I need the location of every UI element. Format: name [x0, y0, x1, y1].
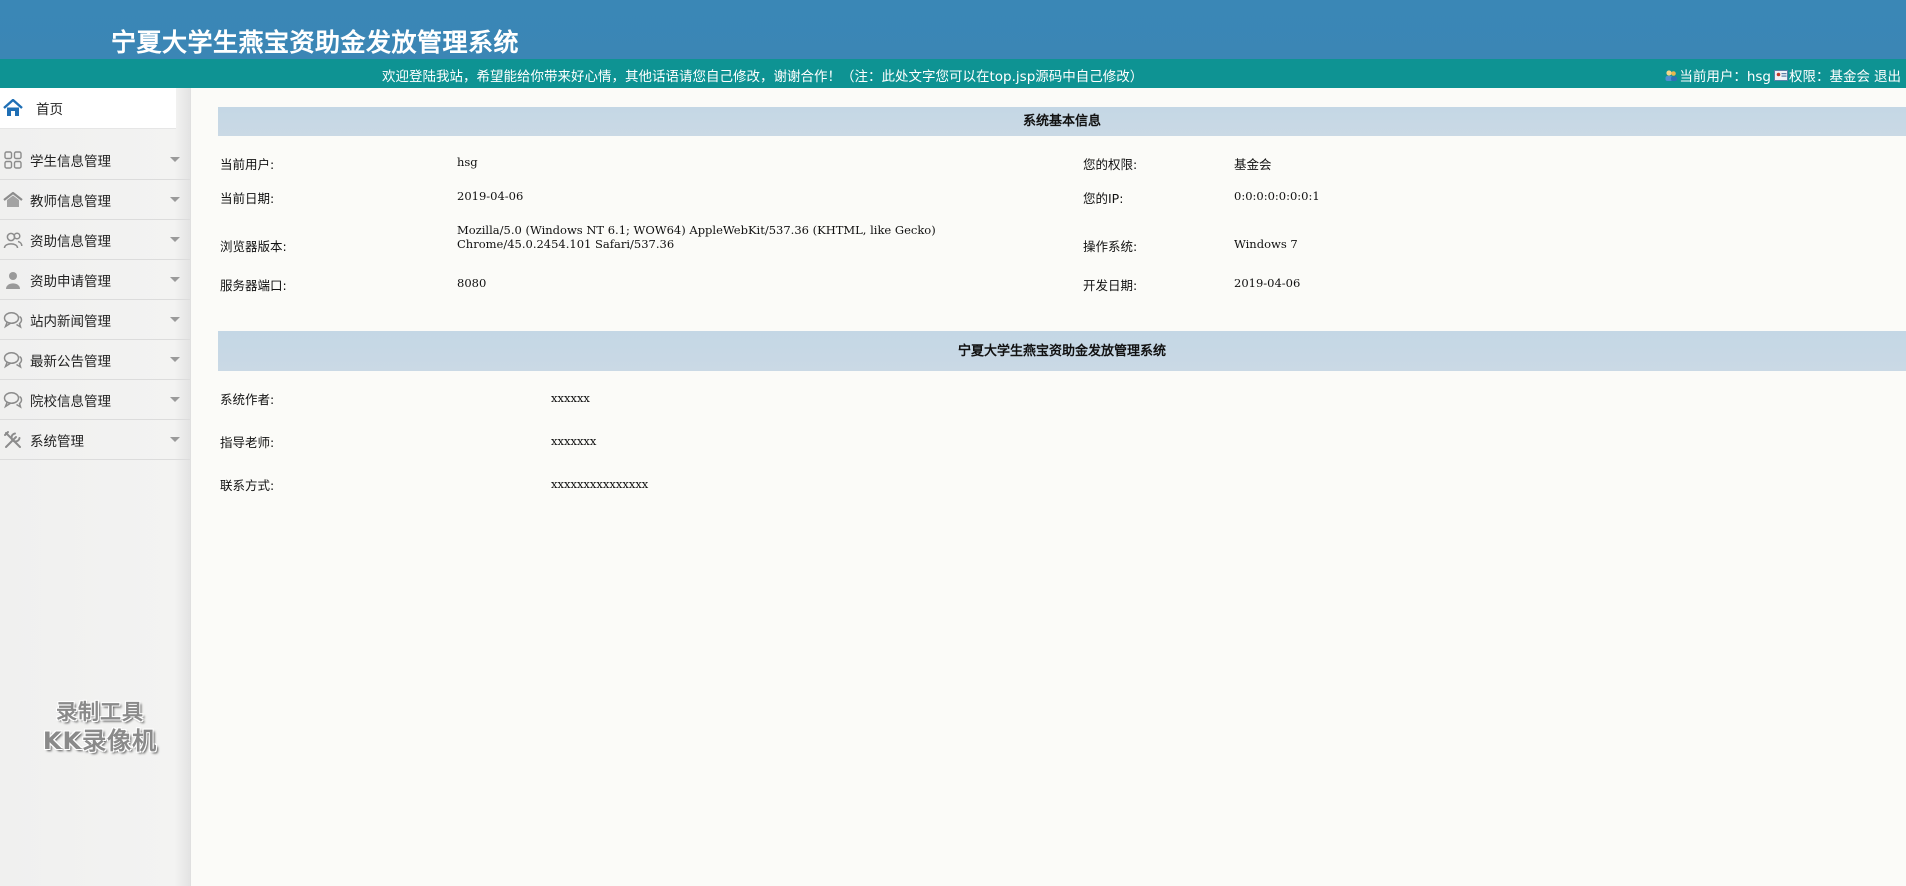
- port-label: 服务器端口:: [220, 278, 287, 293]
- grid-icon: [2, 149, 24, 171]
- chevron-down-icon: [170, 197, 180, 202]
- contact-label: 联系方式:: [220, 478, 275, 493]
- author-label: 系统作者:: [220, 392, 275, 407]
- welcome-message: 欢迎登陆我站，希望能给你带来好心情，其他话语请您自己修改，谢谢合作！（注：此处文…: [382, 69, 1144, 85]
- advisor-value: xxxxxxx: [551, 434, 597, 448]
- sidebar-item-label: 资助信息管理: [30, 233, 111, 250]
- dev-date-value: 2019-04-06: [1234, 276, 1301, 290]
- top-bar: 欢迎登陆我站，希望能给你带来好心情，其他话语请您自己修改，谢谢合作！（注：此处文…: [0, 59, 1906, 88]
- sidebar-item-home[interactable]: 首页: [0, 88, 176, 129]
- browser-label: 浏览器版本:: [220, 239, 287, 254]
- port-value: 8080: [457, 276, 487, 290]
- chevron-down-icon: [170, 317, 180, 322]
- app-header: 宁夏大学生燕宝资助金发放管理系统: [0, 0, 1906, 59]
- os-label: 操作系统:: [1083, 239, 1138, 254]
- sidebar-item-label: 首页: [36, 102, 63, 118]
- current-user-value: hsg: [457, 155, 478, 169]
- chat-icon: [2, 389, 24, 411]
- chevron-down-icon: [170, 397, 180, 402]
- sidebar-item-label: 资助申请管理: [30, 273, 111, 290]
- user-info: 当前用户：hsg 权限：基金会 退出: [1664, 65, 1901, 85]
- date-value: 2019-04-06: [457, 189, 524, 203]
- id-card-icon: [1774, 69, 1788, 82]
- sidebar-item-label: 最新公告管理: [30, 353, 111, 370]
- ip-value: 0:0:0:0:0:0:0:1: [1234, 189, 1320, 203]
- os-value: Windows 7: [1234, 237, 1298, 251]
- sysinfo-header: 系统基本信息: [218, 107, 1906, 136]
- dev-date-label: 开发日期:: [1083, 278, 1138, 293]
- about-header: 宁夏大学生燕宝资助金发放管理系统: [218, 331, 1906, 371]
- chat-icon: [2, 349, 24, 371]
- sidebar: 首页 学生信息管理 教师信息管理 资助信息管理 资助申请管理 站内新闻管理 最新…: [0, 88, 191, 886]
- home-icon: [2, 97, 24, 119]
- sidebar-item-label: 院校信息管理: [30, 393, 111, 410]
- sidebar-item-notice[interactable]: 最新公告管理: [0, 340, 190, 380]
- chevron-down-icon: [170, 437, 180, 442]
- tools-icon: [2, 429, 24, 451]
- logout-link[interactable]: 退出: [1874, 65, 1901, 85]
- author-value: xxxxxx: [551, 391, 590, 405]
- users-icon: [1664, 69, 1678, 82]
- role-value: 基金会: [1234, 157, 1272, 172]
- sidebar-item-label: 系统管理: [30, 433, 84, 450]
- users-icon: [2, 229, 24, 251]
- sidebar-item-college[interactable]: 院校信息管理: [0, 380, 190, 420]
- role-label: 您的权限:: [1083, 157, 1138, 172]
- chevron-down-icon: [170, 277, 180, 282]
- sidebar-item-label: 学生信息管理: [30, 153, 111, 170]
- chat-icon: [2, 309, 24, 331]
- chevron-down-icon: [170, 357, 180, 362]
- contact-value: xxxxxxxxxxxxxxx: [551, 477, 649, 491]
- sidebar-item-teacher[interactable]: 教师信息管理: [0, 180, 190, 220]
- house-icon: [2, 189, 24, 211]
- sidebar-item-label: 站内新闻管理: [30, 313, 111, 330]
- watermark-line2: KK录像机: [42, 727, 158, 755]
- current-user-label: 当前用户：hsg: [1679, 69, 1771, 85]
- advisor-label: 指导老师:: [220, 435, 275, 450]
- sidebar-menu: 学生信息管理 教师信息管理 资助信息管理 资助申请管理 站内新闻管理 最新公告管…: [0, 140, 190, 460]
- ip-label: 您的IP:: [1083, 191, 1124, 206]
- chevron-down-icon: [170, 237, 180, 242]
- person-icon: [2, 269, 24, 291]
- role-label: 权限：基金会: [1789, 69, 1870, 85]
- browser-value: Mozilla/5.0 (Windows NT 6.1; WOW64) Appl…: [457, 223, 936, 251]
- recorder-watermark: 录制工具 KK录像机: [30, 698, 170, 756]
- sidebar-item-news[interactable]: 站内新闻管理: [0, 300, 190, 340]
- sidebar-item-student[interactable]: 学生信息管理: [0, 140, 190, 180]
- watermark-line1: 录制工具: [56, 700, 144, 724]
- app-title: 宁夏大学生燕宝资助金发放管理系统: [111, 28, 520, 57]
- date-label: 当前日期:: [220, 191, 275, 206]
- sidebar-item-funding[interactable]: 资助信息管理: [0, 220, 190, 260]
- chevron-down-icon: [170, 157, 180, 162]
- sidebar-item-system[interactable]: 系统管理: [0, 420, 190, 460]
- current-user-label: 当前用户:: [220, 157, 275, 172]
- sidebar-item-label: 教师信息管理: [30, 193, 111, 210]
- sidebar-item-application[interactable]: 资助申请管理: [0, 260, 190, 300]
